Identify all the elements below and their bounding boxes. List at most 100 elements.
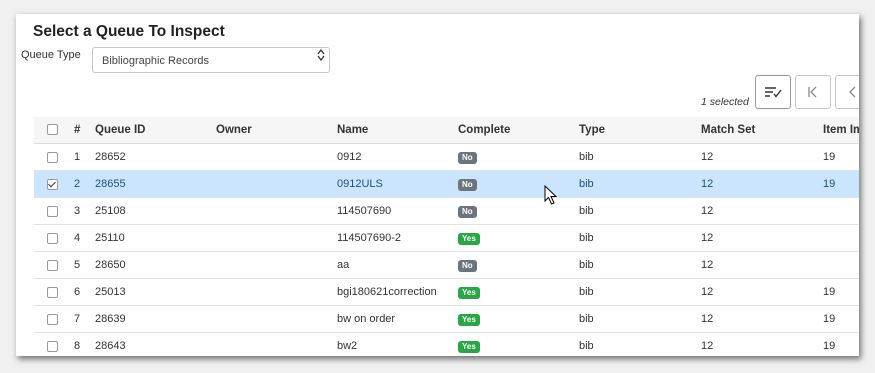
- cell-name: 114507690-2: [337, 224, 458, 252]
- cell-type: bib: [579, 251, 701, 279]
- first-page-button[interactable]: [795, 75, 831, 109]
- row-checkbox[interactable]: [47, 178, 58, 190]
- cell-queue-id: 28655: [95, 170, 216, 198]
- row-checkbox[interactable]: [47, 313, 58, 325]
- cell-name: bgi180621correction: [337, 278, 458, 306]
- cell-queue-id: 28650: [95, 251, 216, 279]
- complete-badge: No: [458, 178, 477, 191]
- queue-type-value: Bibliographic Records: [102, 55, 209, 67]
- cell-name: bw on order: [337, 305, 458, 333]
- cell-complete: No: [458, 170, 579, 198]
- cell-owner: [216, 197, 337, 225]
- sort-check-icon: [765, 87, 782, 98]
- column-header[interactable]: Name: [337, 117, 458, 144]
- cell-complete: Yes: [458, 305, 579, 333]
- table-row[interactable]: 4 25110 114507690-2 Yes bib 12: [34, 224, 859, 252]
- complete-badge: Yes: [458, 340, 480, 353]
- table-row[interactable]: 6 25013 bgi180621correction Yes bib 12 19: [34, 278, 859, 306]
- queue-panel: Select a Queue To Inspect Queue Type Bib…: [16, 14, 859, 356]
- column-header[interactable]: Item Im: [823, 117, 859, 144]
- complete-badge: No: [458, 205, 477, 218]
- cell-item: 19: [823, 143, 859, 171]
- cell-item: 19: [823, 305, 859, 333]
- cell-match-set: 12: [701, 197, 823, 225]
- cell-complete: No: [458, 197, 579, 225]
- row-select-cell[interactable]: [34, 278, 74, 306]
- cell-item: 19: [823, 278, 859, 306]
- table-row[interactable]: 7 28639 bw on order Yes bib 12 19: [34, 305, 859, 333]
- queue-type-select[interactable]: Bibliographic Records: [92, 47, 330, 73]
- cell-num: 5: [74, 251, 95, 279]
- row-checkbox[interactable]: [47, 205, 58, 217]
- table-row[interactable]: 8 28643 bw2 Yes bib 12 19: [34, 332, 859, 356]
- cell-complete: Yes: [458, 224, 579, 252]
- table-row[interactable]: 3 25108 114507690 No bib 12: [34, 197, 859, 225]
- sort-selected-button[interactable]: [755, 75, 791, 109]
- cell-num: 7: [74, 305, 95, 333]
- prev-page-icon: [849, 86, 856, 98]
- column-header[interactable]: Queue ID: [95, 117, 216, 144]
- queue-type-label: Queue Type: [21, 49, 81, 61]
- cell-complete: No: [458, 251, 579, 279]
- page-title: Select a Queue To Inspect: [33, 23, 225, 40]
- select-arrows-icon: [317, 49, 325, 61]
- complete-badge: No: [458, 151, 477, 164]
- cell-complete: Yes: [458, 278, 579, 306]
- row-select-cell[interactable]: [34, 197, 74, 225]
- selection-count: 1 selected: [701, 96, 749, 108]
- cell-type: bib: [579, 143, 701, 171]
- cell-queue-id: 25108: [95, 197, 216, 225]
- first-page-icon: [808, 86, 817, 98]
- table-row[interactable]: 5 28650 aa No bib 12: [34, 251, 859, 279]
- cell-match-set: 12: [701, 251, 823, 279]
- complete-badge: Yes: [458, 286, 480, 299]
- row-checkbox[interactable]: [47, 151, 58, 163]
- cell-owner: [216, 170, 337, 198]
- cell-match-set: 12: [701, 332, 823, 356]
- table-header-row: # Queue ID Owner Name Complete Type Matc…: [34, 117, 859, 144]
- select-all-header[interactable]: [34, 117, 74, 144]
- row-select-cell[interactable]: [34, 305, 74, 333]
- cell-queue-id: 25013: [95, 278, 216, 306]
- complete-badge: Yes: [458, 232, 480, 245]
- cell-item: [823, 197, 859, 225]
- column-header[interactable]: Complete: [458, 117, 579, 144]
- column-header[interactable]: Type: [579, 117, 701, 144]
- select-all-checkbox[interactable]: [47, 124, 58, 136]
- cell-complete: No: [458, 143, 579, 171]
- row-checkbox[interactable]: [47, 259, 58, 271]
- row-select-cell[interactable]: [34, 224, 74, 252]
- cell-num: 4: [74, 224, 95, 252]
- row-select-cell[interactable]: [34, 143, 74, 171]
- row-select-cell[interactable]: [34, 332, 74, 356]
- cell-complete: Yes: [458, 332, 579, 356]
- cell-name: 114507690: [337, 197, 458, 225]
- cell-match-set: 12: [701, 170, 823, 198]
- cell-item: [823, 251, 859, 279]
- cell-name: aa: [337, 251, 458, 279]
- row-select-cell[interactable]: [34, 251, 74, 279]
- cell-num: 6: [74, 278, 95, 306]
- table-row[interactable]: 2 28655 0912ULS No bib 12 19: [34, 170, 859, 198]
- cell-queue-id: 25110: [95, 224, 216, 252]
- cell-name: 0912: [337, 143, 458, 171]
- cell-name: bw2: [337, 332, 458, 356]
- cell-item: [823, 224, 859, 252]
- table-body: 1 28652 0912 No bib 12 19 2 28655 0912ULS No bib 12 1…: [34, 143, 859, 356]
- cell-match-set: 12: [701, 224, 823, 252]
- column-header[interactable]: Owner: [216, 117, 337, 144]
- row-checkbox[interactable]: [47, 340, 58, 352]
- cell-owner: [216, 224, 337, 252]
- prev-page-button[interactable]: [835, 75, 859, 109]
- row-checkbox[interactable]: [47, 286, 58, 298]
- column-header[interactable]: #: [74, 117, 95, 144]
- table-row[interactable]: 1 28652 0912 No bib 12 19: [34, 143, 859, 171]
- column-header[interactable]: Match Set: [701, 117, 823, 144]
- cell-type: bib: [579, 332, 701, 356]
- cell-match-set: 12: [701, 305, 823, 333]
- row-checkbox[interactable]: [47, 232, 58, 244]
- cell-owner: [216, 143, 337, 171]
- cell-queue-id: 28652: [95, 143, 216, 171]
- complete-badge: Yes: [458, 313, 480, 326]
- row-select-cell[interactable]: [34, 170, 74, 198]
